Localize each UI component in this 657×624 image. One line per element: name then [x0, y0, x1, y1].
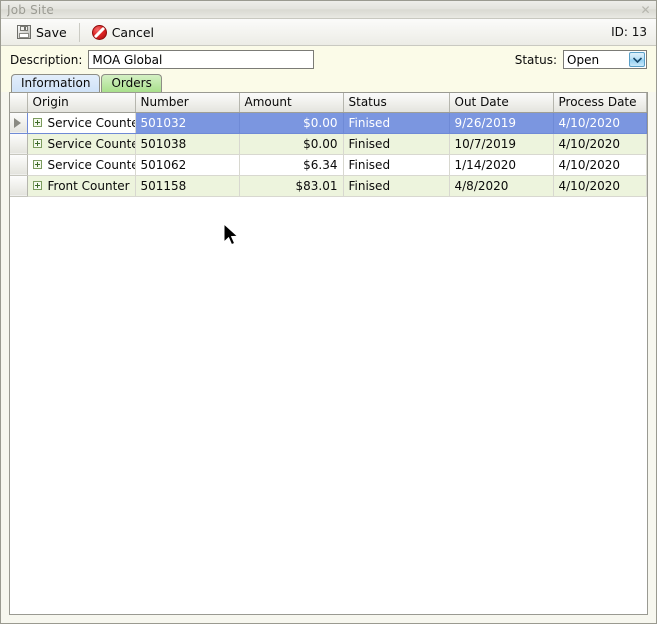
cell-amount[interactable]: $83.01	[239, 175, 344, 197]
cancel-button[interactable]: Cancel	[84, 20, 162, 44]
cell-origin-text: Service Counter	[47, 115, 135, 130]
orders-panel: Origin Number Amount Status Out Date Pro…	[9, 92, 648, 615]
row-indicator	[10, 175, 28, 197]
tab-information[interactable]: Information	[11, 74, 101, 92]
toolbar: Save Cancel ID: 13	[1, 19, 656, 46]
cell-number[interactable]: 501032	[135, 112, 240, 134]
grid-corner-cell[interactable]	[10, 93, 28, 113]
cell-status[interactable]: Finised	[343, 112, 450, 134]
save-button-label: Save	[36, 24, 67, 40]
description-input[interactable]	[88, 50, 315, 69]
column-header-out-date[interactable]: Out Date	[449, 93, 554, 113]
cell-origin-text: Service Counter	[47, 136, 135, 151]
tab-orders[interactable]: Orders	[101, 74, 162, 92]
row-indicator	[10, 112, 28, 134]
column-header-number[interactable]: Number	[135, 93, 240, 113]
cell-process-date[interactable]: 4/10/2020	[553, 133, 647, 155]
cell-out-date[interactable]: 1/14/2020	[449, 154, 554, 176]
cell-process-date[interactable]: 4/10/2020	[553, 154, 647, 176]
window-title: Job Site	[7, 2, 54, 17]
column-header-process-date[interactable]: Process Date	[553, 93, 647, 113]
cell-out-date[interactable]: 9/26/2019	[449, 112, 554, 134]
toolbar-separator	[78, 22, 80, 42]
description-label: Description:	[10, 52, 83, 67]
column-header-status[interactable]: Status	[343, 93, 450, 113]
cell-origin[interactable]: Service Counter	[27, 154, 136, 176]
expand-row-icon[interactable]	[32, 160, 42, 169]
cell-amount[interactable]: $6.34	[239, 154, 344, 176]
chevron-down-icon[interactable]	[629, 52, 645, 67]
cell-number[interactable]: 501038	[135, 133, 240, 155]
cell-amount[interactable]: $0.00	[239, 133, 344, 155]
floppy-disk-icon	[17, 25, 31, 39]
orders-grid: Origin Number Amount Status Out Date Pro…	[10, 93, 647, 197]
row-indicator	[10, 133, 28, 155]
cancel-button-label: Cancel	[111, 24, 155, 40]
status-dropdown[interactable]: Open	[563, 50, 647, 69]
expand-row-icon[interactable]	[32, 181, 42, 190]
table-row[interactable]: Service Counter 501032 $0.00 Finised 9/2…	[10, 112, 647, 134]
cell-process-date[interactable]: 4/10/2020	[553, 175, 647, 197]
cell-out-date[interactable]: 4/8/2020	[449, 175, 554, 197]
cell-origin-text: Front Counter	[47, 178, 130, 193]
status-dropdown-value: Open	[567, 52, 600, 67]
cell-out-date[interactable]: 10/7/2019	[449, 133, 554, 155]
save-button[interactable]: Save	[9, 20, 75, 44]
tab-strip: Information Orders	[1, 73, 656, 92]
form-strip: Description: Status: Open	[1, 46, 656, 73]
cell-origin[interactable]: Front Counter	[27, 175, 136, 197]
expand-row-icon[interactable]	[32, 118, 42, 127]
cell-origin[interactable]: Service Counter	[27, 133, 136, 155]
record-id-label: ID: 13	[611, 25, 647, 39]
title-bar: Job Site ✕	[1, 1, 656, 19]
cell-number[interactable]: 501158	[135, 175, 240, 197]
cell-status[interactable]: Finised	[343, 154, 450, 176]
column-header-origin[interactable]: Origin	[27, 93, 136, 113]
prohibition-sign-icon	[91, 24, 107, 40]
cell-origin[interactable]: Service Counter	[27, 112, 136, 134]
cell-amount[interactable]: $0.00	[239, 112, 344, 134]
status-label: Status:	[514, 52, 557, 67]
table-row[interactable]: Front Counter 501158 $83.01 Finised 4/8/…	[10, 175, 647, 197]
close-icon[interactable]: ✕	[637, 3, 654, 17]
table-row[interactable]: Service Counter 501062 $6.34 Finised 1/1…	[10, 154, 647, 176]
cell-process-date[interactable]: 4/10/2020	[553, 112, 647, 134]
cell-number[interactable]: 501062	[135, 154, 240, 176]
current-row-arrow-icon	[14, 117, 21, 128]
table-row[interactable]: Service Counter 501038 $0.00 Finised 10/…	[10, 133, 647, 155]
cell-status[interactable]: Finised	[343, 175, 450, 197]
grid-header-row: Origin Number Amount Status Out Date Pro…	[10, 93, 647, 113]
row-indicator	[10, 154, 28, 176]
column-header-amount[interactable]: Amount	[239, 93, 344, 113]
cell-origin-text: Service Counter	[47, 157, 135, 172]
job-site-window: Job Site ✕ Save Cancel ID: 13 Descriptio…	[0, 0, 657, 624]
cell-status[interactable]: Finised	[343, 133, 450, 155]
expand-row-icon[interactable]	[32, 139, 42, 148]
